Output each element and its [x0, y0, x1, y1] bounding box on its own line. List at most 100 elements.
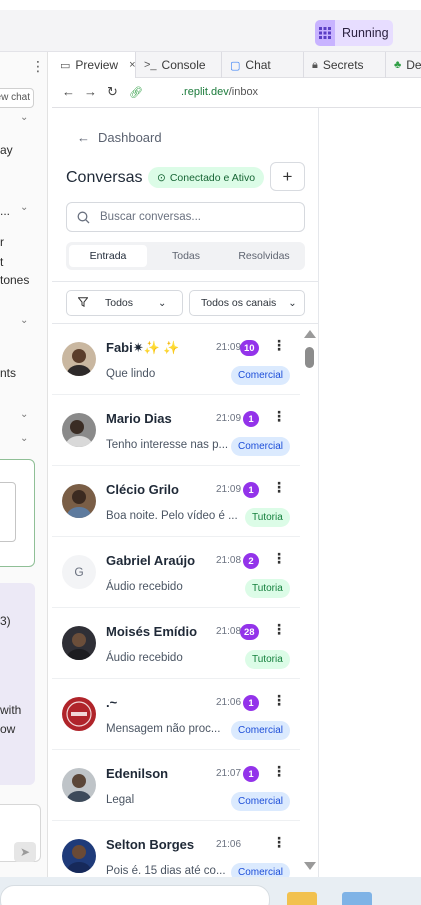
tab-chat[interactable]: ▢ Chat	[222, 52, 304, 78]
chevron-down-icon[interactable]: ⌄	[20, 433, 28, 444]
message-time: 21:08	[216, 626, 242, 637]
lock-icon: 🔒︎	[312, 58, 318, 71]
tab-label: Preview	[75, 58, 119, 72]
app-icon[interactable]	[342, 892, 372, 905]
search-icon	[77, 211, 90, 223]
reload-icon[interactable]: ↻	[107, 84, 118, 100]
more-options-icon[interactable]: ⋮	[272, 480, 286, 494]
more-options-icon[interactable]: ⋮	[31, 58, 45, 75]
chevron-down-icon[interactable]: ⌄	[20, 409, 28, 420]
tab-todas[interactable]: Todas	[147, 245, 225, 267]
preview-blank-area	[320, 108, 421, 877]
arrow-left-icon: ←	[77, 130, 90, 145]
status-label: Conectado e Ativo	[169, 171, 256, 184]
message-preview: Que lindo	[106, 368, 156, 380]
chevron-down-icon: ⌄	[158, 297, 167, 309]
url-text[interactable]: .replit.dev/inbox	[181, 86, 258, 98]
back-to-dashboard-link[interactable]: ← Dashboard	[77, 130, 162, 145]
channel-filter-select[interactable]: Todos os canais ⌄	[189, 290, 305, 316]
tree-icon: ♣	[394, 59, 402, 71]
message-preview: Pois é. 15 dias até co...	[106, 865, 226, 877]
scroll-thumb[interactable]	[305, 347, 314, 368]
conversation-item[interactable]: Clécio Grilo 21:09 1 ⋮ Boa noite. Pelo v…	[52, 466, 300, 537]
contact-name: Gabriel Araújo	[106, 553, 196, 568]
new-chat-button[interactable]: ew chat	[0, 88, 34, 108]
inbox-segmented-control: Entrada Todas Resolvidas	[66, 242, 305, 270]
search-field[interactable]	[66, 202, 305, 232]
panel-text: ...	[0, 204, 11, 218]
avatar	[62, 413, 96, 447]
message-preview: Legal	[106, 794, 135, 806]
chevron-down-icon: ⌄	[288, 297, 297, 309]
conversation-item[interactable]: Moisés Emídio 21:08 28 ⋮ Áudio recebido …	[52, 608, 300, 679]
more-options-icon[interactable]: ⋮	[272, 338, 286, 352]
send-icon[interactable]: ➤	[14, 842, 36, 862]
more-options-icon[interactable]: ⋮	[272, 409, 286, 423]
os-taskbar	[0, 877, 421, 905]
grid-icon	[315, 20, 335, 46]
tab-label: Console	[161, 58, 206, 72]
more-options-icon[interactable]: ⋮	[272, 551, 286, 565]
contact-name: Fabi✷✨ ✨	[106, 340, 180, 355]
conversation-scrollbar[interactable]	[301, 324, 318, 877]
close-icon[interactable]: ×	[129, 59, 135, 71]
more-options-icon[interactable]: ⋮	[272, 622, 286, 636]
status-badge: ⊙ Conectado e Ativo	[148, 167, 265, 188]
folder-icon[interactable]	[287, 892, 317, 905]
inbox-app: ← Dashboard Conversas ⊙ Conectado e Ativ…	[52, 108, 319, 877]
monitor-icon: ▭	[60, 59, 71, 72]
url-path: /inbox	[228, 86, 259, 98]
conversation-item[interactable]: .~ 21:06 1 ⋮ Mensagem não proc... Comerc…	[52, 679, 300, 750]
chevron-down-icon[interactable]: ⌄	[20, 315, 28, 326]
tab-label: Chat	[245, 58, 271, 72]
more-options-icon[interactable]: ⋮	[272, 693, 286, 707]
chat-icon: ▢	[230, 59, 241, 72]
search-input[interactable]	[100, 211, 280, 223]
agent-side-panel: ⋮ ew chat ⌄ ay ... ⌄ r t tones ⌄ nts ⌄ ⌄…	[0, 52, 48, 877]
more-options-icon[interactable]: ⋮	[272, 835, 286, 849]
back-arrow-icon[interactable]: ←	[62, 84, 75, 99]
message-time: 21:08	[216, 555, 242, 566]
scroll-down-arrow-icon[interactable]	[304, 862, 316, 870]
conversation-item[interactable]: Edenilson 21:07 1 ⋮ Legal Comercial	[52, 750, 300, 821]
conversation-item[interactable]: Mario Dias 21:09 1 ⋮ Tenho interesse nas…	[52, 395, 300, 466]
department-tag: Tutoria	[245, 579, 290, 598]
input-box[interactable]	[0, 482, 16, 542]
avatar	[62, 697, 96, 731]
tab-deployments[interactable]: ♣ De	[386, 52, 421, 78]
divider	[52, 281, 318, 282]
tab-secrets[interactable]: 🔒︎ Secrets	[304, 52, 386, 78]
conversation-item[interactable]: G Gabriel Araújo 21:08 2 ⋮ Áudio recebid…	[52, 537, 300, 608]
status-filter-select[interactable]: Todos ⌄	[66, 290, 183, 316]
tab-preview[interactable]: ▭ Preview ×	[52, 52, 136, 78]
conversation-list: Fabi✷✨ ✨ 21:09 10 ⋮ Que lindo Comercial …	[52, 324, 300, 877]
tab-resolvidas[interactable]: Resolvidas	[225, 245, 303, 267]
running-button[interactable]: Running	[315, 20, 393, 46]
back-label: Dashboard	[98, 130, 162, 145]
taskbar-search[interactable]	[0, 885, 270, 905]
tab-console[interactable]: >_ Console	[136, 52, 222, 78]
conversation-item[interactable]: Fabi✷✨ ✨ 21:09 10 ⋮ Que lindo Comercial	[52, 324, 300, 395]
message-time: 21:09	[216, 342, 242, 353]
input-card	[0, 459, 35, 567]
check-circle-icon: ⊙	[157, 171, 166, 184]
message-preview: Mensagem não proc...	[106, 723, 221, 735]
message-time: 21:07	[216, 768, 242, 779]
tab-entrada[interactable]: Entrada	[69, 245, 147, 267]
chevron-down-icon[interactable]: ⌄	[20, 112, 28, 123]
chevron-down-icon[interactable]: ⌄	[20, 202, 28, 213]
message-time: 21:09	[216, 413, 242, 424]
conversation-item[interactable]: Selton Borges 21:06 ⋮ Pois é. 15 dias at…	[52, 821, 300, 877]
panel-text: r	[0, 235, 4, 249]
filter-icon	[77, 296, 89, 310]
new-conversation-button[interactable]: +	[270, 162, 305, 191]
more-options-icon[interactable]: ⋮	[272, 764, 286, 778]
forward-arrow-icon[interactable]: →	[84, 84, 97, 99]
contact-name: Mario Dias	[106, 411, 172, 426]
scroll-up-arrow-icon[interactable]	[304, 330, 316, 338]
unread-badge: 2	[243, 553, 259, 569]
department-tag: Comercial	[231, 721, 291, 740]
avatar	[62, 626, 96, 660]
message-preview: Áudio recebido	[106, 652, 183, 664]
avatar	[62, 839, 96, 873]
